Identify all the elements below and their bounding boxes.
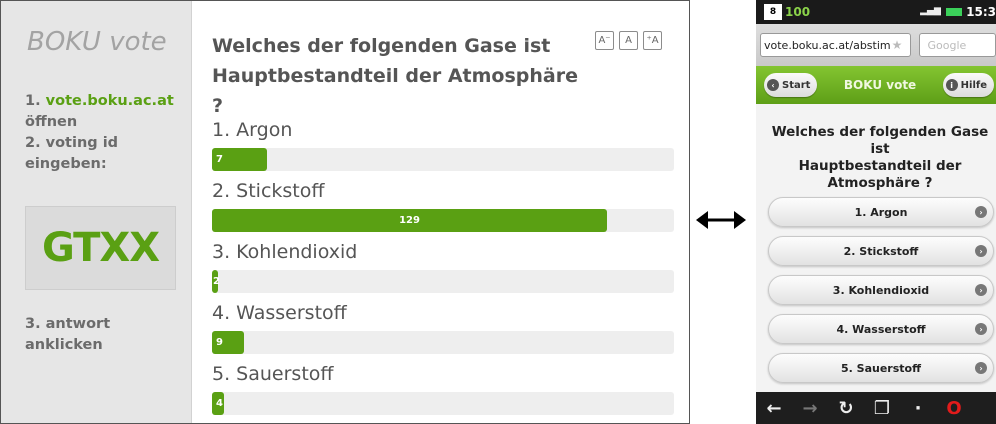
- vote-bar: 2: [212, 270, 220, 293]
- chevron-right-icon: ›: [975, 206, 987, 218]
- star-icon[interactable]: ★: [892, 38, 903, 52]
- answer-result: 4. Wasserstoff 9: [212, 300, 674, 354]
- browser-nav-bar: ← → ↻ ❐ · O: [756, 392, 996, 424]
- vote-bar-track: 4: [212, 392, 674, 415]
- answer-button-label: 2. Stickstoff: [843, 244, 919, 258]
- vote-bar-track: 2: [212, 270, 674, 293]
- help-label: Hilfe: [960, 79, 987, 91]
- chevron-right-icon: ›: [975, 284, 987, 296]
- battery-percentage: 100: [785, 5, 811, 19]
- chevron-right-icon: ›: [975, 362, 987, 374]
- clock: 15:3: [966, 5, 996, 19]
- app-title: BOKU vote: [843, 78, 917, 92]
- answer-label: 5. Sauerstoff: [212, 363, 334, 385]
- url-text: vote.boku.ac.at/abstim: [764, 38, 891, 52]
- answer-button-label: 5. Sauerstoff: [841, 361, 921, 375]
- vote-bar: 7: [212, 148, 268, 171]
- step-1-action: öffnen: [25, 114, 78, 130]
- vote-bar-track: 7: [212, 148, 674, 171]
- font-increase-button[interactable]: ⁺A: [643, 31, 662, 50]
- answer-button-label: 1. Argon: [854, 205, 908, 219]
- chevron-right-icon: ›: [975, 323, 987, 335]
- phone-question-line-3: Atmosphäre ?: [827, 175, 933, 191]
- answer-button-wasserstoff[interactable]: 4. Wasserstoff ›: [768, 314, 994, 344]
- question-line-1: Welches der folgenden Gase ist: [212, 35, 551, 57]
- start-button[interactable]: ‹ Start: [764, 73, 818, 97]
- step-2: 2. voting id eingeben:: [25, 133, 118, 175]
- answer-label: 1. Argon: [212, 119, 293, 141]
- answer-button-sauerstoff[interactable]: 5. Sauerstoff ›: [768, 353, 994, 383]
- font-reset-button[interactable]: A: [619, 31, 638, 50]
- menu-icon[interactable]: ·: [900, 398, 936, 419]
- vote-bar-track: 9: [212, 331, 674, 354]
- step-1-url: vote.boku.ac.at: [45, 93, 174, 109]
- vote-bar: 9: [212, 331, 245, 354]
- phone-screen: 8 100 ▂▄▆ 15:3 vote.boku.ac.at/abstim ★ …: [756, 0, 996, 424]
- app-header: ‹ Start BOKU vote i Hilfe: [756, 66, 996, 104]
- instructions-sidebar: BOKU vote 1. vote.boku.ac.at öffnen 2. v…: [1, 1, 192, 423]
- answer-label: 3. Kohlendioxid: [212, 241, 358, 263]
- font-size-controls: A⁻ A ⁺A: [595, 31, 662, 50]
- vote-bar-track: 129: [212, 209, 674, 232]
- chevron-right-icon: ›: [975, 245, 987, 257]
- forward-arrow-icon[interactable]: →: [792, 398, 828, 419]
- start-label: Start: [782, 79, 811, 91]
- answer-result: 3. Kohlendioxid 2: [212, 239, 674, 293]
- step-2-line1: 2. voting id: [25, 135, 119, 151]
- answer-button-label: 4. Wasserstoff: [836, 322, 926, 336]
- answer-label: 4. Wasserstoff: [212, 302, 347, 324]
- answer-result: 1. Argon 7: [212, 117, 674, 171]
- results-main: Welches der folgenden Gase ist Hauptbest…: [192, 1, 689, 423]
- step-1: 1. vote.boku.ac.at öffnen: [25, 91, 174, 133]
- question-title: Welches der folgenden Gase ist Hauptbest…: [212, 31, 582, 121]
- answer-button-kohlendioxid[interactable]: 3. Kohlendioxid ›: [768, 275, 994, 305]
- answer-button-label: 3. Kohlendioxid: [832, 283, 930, 297]
- answer-result: 5. Sauerstoff 4: [212, 361, 674, 415]
- tabs-icon[interactable]: ❐: [864, 398, 900, 419]
- phone-question-line-2: Hauptbestandteil der: [798, 158, 962, 174]
- answer-label: 2. Stickstoff: [212, 180, 325, 202]
- font-decrease-button[interactable]: A⁻: [595, 31, 614, 50]
- phone-question-line-1: Welches der folgenden Gase ist: [771, 124, 989, 157]
- step-3: 3. antwort anklicken: [25, 314, 110, 356]
- status-bar: 8 100 ▂▄▆ 15:3: [756, 0, 996, 24]
- answer-button-stickstoff[interactable]: 2. Stickstoff ›: [768, 236, 994, 266]
- notification-icon: 8: [764, 4, 782, 20]
- answer-button-argon[interactable]: 1. Argon ›: [768, 197, 994, 227]
- vote-bar: 129: [212, 209, 607, 232]
- step-1-number: 1.: [25, 93, 41, 109]
- info-icon: i: [945, 79, 958, 91]
- help-button[interactable]: i Hilfe: [942, 73, 994, 97]
- signal-icon: ▂▄▆: [920, 6, 941, 16]
- double-arrow-icon: [696, 211, 746, 229]
- phone-question: Welches der folgenden Gase ist Hauptbest…: [764, 124, 996, 192]
- reload-icon[interactable]: ↻: [828, 398, 864, 419]
- results-panel: BOKU vote 1. vote.boku.ac.at öffnen 2. v…: [0, 0, 690, 424]
- question-line-2: Hauptbestandteil der Atmosphäre ?: [212, 65, 578, 117]
- answer-result: 2. Stickstoff 129: [212, 178, 674, 232]
- step-2-line2: eingeben:: [25, 156, 107, 172]
- back-icon: ‹: [767, 79, 779, 91]
- search-input[interactable]: Google: [918, 33, 996, 57]
- back-arrow-icon[interactable]: ←: [756, 398, 792, 419]
- browser-toolbar: vote.boku.ac.at/abstim ★ Google: [756, 24, 996, 66]
- url-field[interactable]: vote.boku.ac.at/abstim ★: [760, 33, 911, 57]
- step-3-line1: 3. antwort: [25, 316, 111, 332]
- vote-bar: 4: [212, 392, 224, 415]
- battery-icon: [946, 8, 963, 16]
- step-3-line2: anklicken: [25, 337, 103, 353]
- brand-title: BOKU vote: [27, 27, 167, 57]
- opera-logo-icon[interactable]: O: [936, 398, 972, 419]
- voting-code: GTXX: [25, 206, 176, 290]
